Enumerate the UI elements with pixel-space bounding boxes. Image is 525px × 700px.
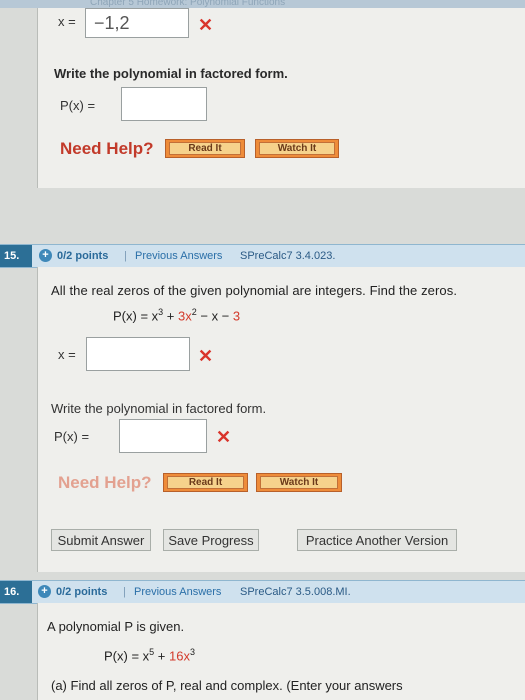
q15-px-label: P(x) = [54, 429, 90, 444]
q14-watch-it-button[interactable]: Watch It [255, 139, 339, 158]
q15-eq-coef1: 3x [178, 308, 192, 324]
q15-eq-mid: − x − [196, 308, 233, 324]
q16-expand-icon[interactable]: + [38, 585, 51, 598]
q16-prompt: A polynomial P is given. [47, 619, 185, 634]
q15-submit-answer-button[interactable]: Submit Answer [51, 529, 151, 551]
q15-x-label: x = [58, 347, 76, 362]
q15-x-incorrect-icon: ✕ [198, 346, 214, 366]
q15-need-help: Need Help? [58, 473, 152, 492]
q15-separator: | [124, 250, 127, 262]
q15-points: 0/2 points [57, 250, 109, 262]
q15-expand-icon[interactable]: + [39, 249, 52, 262]
q14-read-it-button[interactable]: Read It [165, 139, 245, 158]
q15-px-incorrect-icon: ✕ [216, 427, 232, 447]
q15-practice-another-version-button[interactable]: Practice Another Version [297, 529, 457, 551]
q15-number: 15. [0, 245, 32, 267]
question-15-panel: All the real zeros of the given polynomi… [37, 267, 525, 572]
q14-px-label: P(x) = [60, 98, 96, 113]
q15-previous-answers-link[interactable]: Previous Answers [135, 250, 222, 262]
q16-eq-plus: + [154, 648, 169, 664]
question-15-header: 15. + 0/2 points | Previous Answers SPre… [0, 244, 525, 268]
q14-read-it-label: Read It [169, 142, 241, 155]
q15-eq-const: 3 [232, 308, 241, 324]
q16-previous-answers-link[interactable]: Previous Answers [134, 586, 221, 598]
question-14-panel: x = −1,2 ✕ Write the polynomial in facto… [37, 8, 525, 188]
q15-watch-it-label: Watch It [260, 476, 338, 489]
q16-eq-coef1: 16x [169, 648, 190, 664]
q16-points: 0/2 points [56, 586, 108, 598]
q15-read-it-label: Read It [167, 476, 244, 489]
q14-x-label: x = [58, 14, 76, 29]
q15-watch-it-button[interactable]: Watch It [256, 473, 342, 492]
q14-need-help: Need Help? [60, 139, 154, 158]
question-16-header: 16. + 0/2 points | Previous Answers SPre… [0, 580, 525, 604]
q14-x-answer-input[interactable]: −1,2 [85, 8, 189, 38]
q15-source: SPreCalc7 3.4.023. [240, 250, 336, 262]
q15-prompt: All the real zeros of the given polynomi… [51, 283, 458, 298]
q16-separator: | [123, 586, 126, 598]
q15-equation: P(x) = x3 + 3x2 − x − 3 [113, 307, 240, 323]
q15-px-answer-input[interactable] [119, 419, 207, 453]
chapter-title: Chapter 5 Homework: Polynomial Functions [90, 0, 286, 8]
q14-x-incorrect-icon: ✕ [198, 15, 214, 35]
q16-eq-pow2: 3 [189, 647, 195, 657]
q14-watch-it-label: Watch It [259, 142, 335, 155]
top-bar: Chapter 5 Homework: Polynomial Functions [0, 0, 525, 8]
q15-eq-lhs: P(x) = x [113, 308, 159, 324]
q16-number: 16. [0, 581, 32, 603]
q16-equation: P(x) = x5 + 16x3 [104, 647, 195, 663]
q16-eq-lhs: P(x) = x [104, 648, 150, 664]
q16-source: SPreCalc7 3.5.008.MI. [240, 586, 351, 598]
question-16-panel: A polynomial P is given. P(x) = x5 + 16x… [37, 603, 525, 700]
q15-save-progress-button[interactable]: Save Progress [163, 529, 259, 551]
q14-x-answer-value: −1,2 [94, 12, 130, 33]
q16-part-a-prompt: (a) Find all zeros of P, real and comple… [51, 678, 403, 693]
q15-eq-plus: + [163, 308, 178, 324]
q14-factored-prompt: Write the polynomial in factored form. [54, 66, 288, 81]
q14-px-answer-input[interactable] [121, 87, 207, 121]
q15-factored-prompt: Write the polynomial in factored form. [51, 401, 267, 416]
q15-x-answer-input[interactable] [86, 337, 190, 371]
q15-read-it-button[interactable]: Read It [163, 473, 248, 492]
